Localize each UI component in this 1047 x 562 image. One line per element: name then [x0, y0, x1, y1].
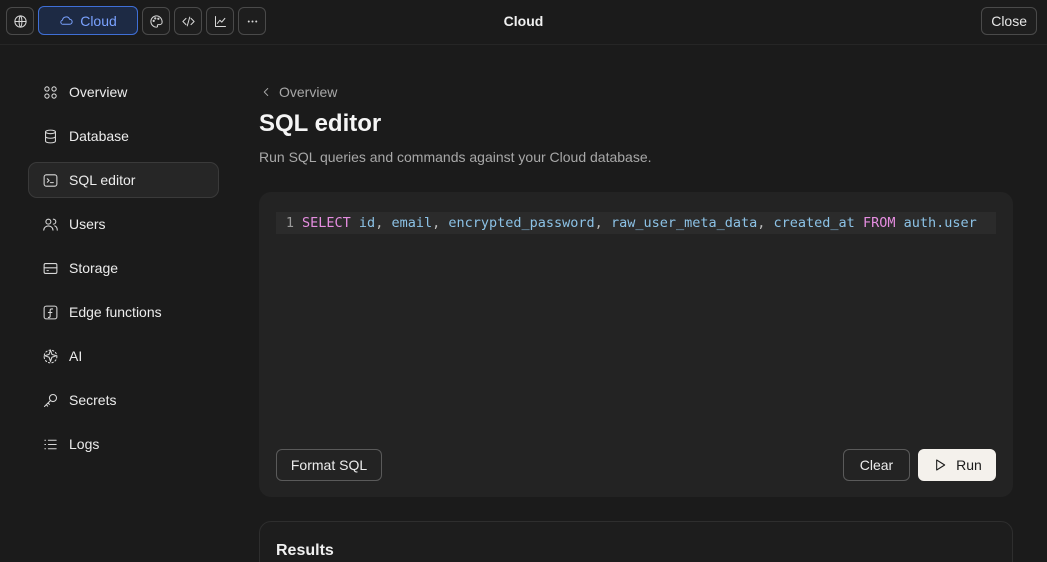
sql-keyword: SELECT: [302, 215, 351, 231]
list-icon: [44, 439, 57, 449]
sql-identifier: id: [358, 215, 376, 231]
sidebar-item-label: Database: [69, 128, 129, 144]
sidebar: Overview Database SQL editor Users Stora…: [28, 74, 219, 470]
cloud-tab-button[interactable]: Cloud: [38, 6, 138, 35]
sidebar-item-label: Secrets: [69, 392, 117, 408]
breadcrumb-label: Overview: [279, 84, 338, 100]
page-description: Run SQL queries and commands against you…: [259, 149, 652, 165]
terminal-icon: [43, 173, 58, 187]
sql-identifier: auth.user: [903, 215, 977, 231]
clear-button[interactable]: Clear: [843, 449, 910, 481]
more-button[interactable]: [238, 7, 266, 35]
format-sql-button[interactable]: Format SQL: [276, 449, 382, 481]
run-button[interactable]: Run: [918, 449, 996, 481]
sparkle-icon: [43, 349, 58, 363]
key-icon: [43, 393, 58, 407]
results-title: Results: [276, 542, 334, 559]
top-bar: Cloud Cloud Close: [0, 0, 1047, 45]
code-icon: [181, 16, 195, 26]
sidebar-item-label: Logs: [69, 436, 100, 452]
line-number: 1: [285, 215, 294, 231]
sidebar-item-label: Users: [69, 216, 106, 232]
chevron-left-icon: [263, 88, 269, 96]
sql-identifier: email: [391, 215, 433, 231]
users-icon: [43, 218, 58, 231]
sql-editor-card: 1 SELECT id, email, encrypted_password, r…: [259, 192, 1013, 497]
play-icon: [936, 459, 946, 471]
chart-icon: [214, 15, 226, 27]
sql-identifier: created_at: [773, 215, 855, 231]
results-card: Results: [259, 521, 1013, 562]
code-button[interactable]: [174, 7, 202, 35]
grid-icon: [44, 85, 57, 99]
function-icon: [43, 305, 58, 319]
cloud-tab-label: Cloud: [80, 12, 117, 29]
database-icon: [45, 129, 56, 143]
palette-button[interactable]: [142, 7, 170, 35]
sidebar-item-label: Edge functions: [69, 304, 162, 320]
more-icon: [247, 19, 257, 22]
sql-identifier: raw_user_meta_data: [610, 215, 758, 231]
sidebar-item-sql-editor[interactable]: SQL editor: [28, 162, 219, 198]
sql-keyword: FROM: [862, 215, 896, 231]
page-title: SQL editor: [259, 110, 382, 137]
cloud-icon: [60, 16, 73, 25]
sidebar-item-storage[interactable]: Storage: [28, 250, 219, 286]
sidebar-item-label: Storage: [69, 260, 119, 276]
storage-icon: [43, 262, 58, 274]
sidebar-item-label: AI: [69, 348, 83, 364]
globe-button[interactable]: [6, 7, 34, 35]
sidebar-item-secrets[interactable]: Secrets: [28, 382, 219, 418]
globe-icon: [13, 14, 27, 28]
sql-identifier: encrypted_password: [448, 215, 595, 231]
sidebar-item-ai[interactable]: AI: [28, 338, 219, 374]
sidebar-item-overview[interactable]: Overview: [28, 74, 219, 110]
close-button[interactable]: Close: [981, 7, 1037, 35]
sidebar-item-edge-functions[interactable]: Edge functions: [28, 294, 219, 330]
sql-editor-input[interactable]: 1 SELECT id, email, encrypted_password, r…: [276, 212, 996, 234]
palette-icon: [149, 14, 163, 28]
sidebar-item-label: Overview: [69, 84, 128, 100]
sidebar-item-database[interactable]: Database: [28, 118, 219, 154]
chart-button[interactable]: [206, 7, 234, 35]
breadcrumb[interactable]: Overview: [259, 84, 337, 100]
sidebar-item-logs[interactable]: Logs: [28, 426, 219, 462]
sidebar-item-users[interactable]: Users: [28, 206, 219, 242]
run-button-label: Run: [956, 457, 982, 473]
sidebar-item-label: SQL editor: [69, 172, 136, 188]
